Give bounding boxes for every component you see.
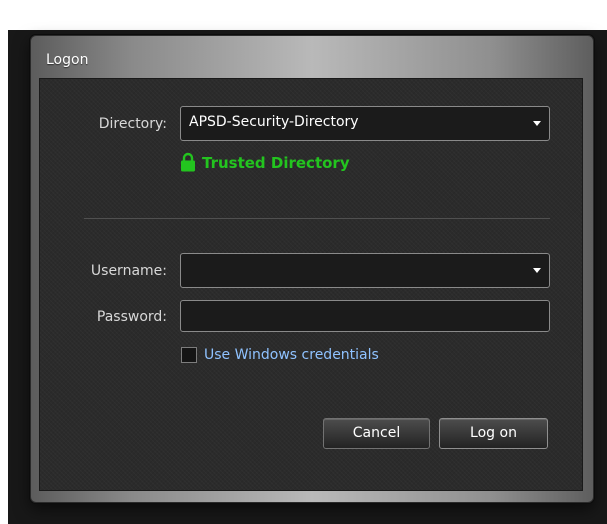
- directory-value: APSD-Security-Directory: [189, 114, 359, 130]
- chevron-down-icon: [533, 268, 541, 273]
- section-divider: [84, 218, 550, 219]
- lock-icon: [181, 152, 195, 172]
- cancel-button[interactable]: Cancel: [323, 418, 430, 449]
- directory-label: Directory:: [98, 116, 167, 132]
- trusted-directory-text: Trusted Directory: [202, 154, 350, 172]
- log-on-button[interactable]: Log on: [439, 418, 548, 449]
- logon-dialog: Logon Directory: APSD-Security-Directory…: [30, 35, 594, 503]
- dialog-content: Directory: APSD-Security-Directory Trust…: [39, 78, 583, 491]
- use-windows-credentials-checkbox[interactable]: [181, 347, 197, 363]
- password-label: Password:: [96, 309, 167, 325]
- username-label: Username:: [90, 263, 167, 279]
- dialog-title: Logon: [46, 52, 89, 68]
- dialog-titlebar[interactable]: Logon: [31, 36, 593, 76]
- password-field[interactable]: [180, 300, 550, 332]
- directory-combobox[interactable]: APSD-Security-Directory: [180, 106, 550, 141]
- use-windows-credentials-label[interactable]: Use Windows credentials: [204, 347, 379, 363]
- chevron-down-icon: [533, 121, 541, 126]
- username-combobox[interactable]: [180, 253, 550, 288]
